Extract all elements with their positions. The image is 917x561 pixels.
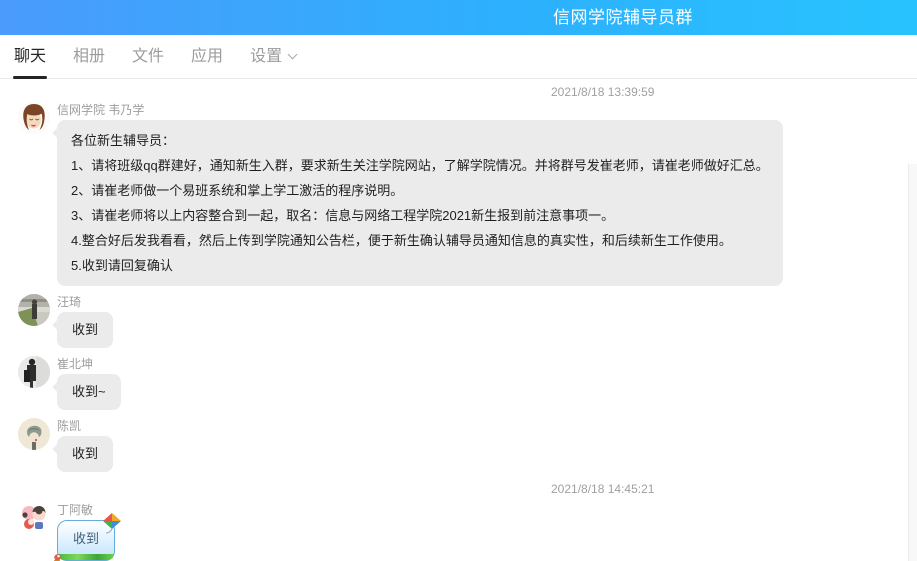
chat-message-list: 2021/8/18 13:39:59 信网学院 韦乃学 各位新生辅导员： 1、请… bbox=[0, 85, 917, 561]
tab-album[interactable]: 相册 bbox=[73, 35, 105, 79]
avatar[interactable] bbox=[18, 102, 50, 134]
kite-icon bbox=[101, 512, 123, 534]
message-line: 3、请崔老师将以上内容整合到一起，取名：信息与网络工程学院2021新生报到前注意… bbox=[71, 203, 769, 228]
group-title: 信网学院辅导员群 bbox=[553, 0, 693, 35]
sender-name: 陈凯 bbox=[57, 418, 113, 434]
tab-bar: 聊天 相册 文件 应用 设置 bbox=[0, 35, 917, 79]
message-timestamp: 2021/8/18 14:45:21 bbox=[551, 482, 654, 496]
cartoon-woman-avatar-image bbox=[18, 102, 50, 134]
message-line: 5.收到请回复确认 bbox=[71, 253, 769, 278]
sender-name: 信网学院 韦乃学 bbox=[57, 102, 783, 118]
scrollbar[interactable] bbox=[908, 164, 917, 561]
message-timestamp: 2021/8/18 13:39:59 bbox=[551, 85, 654, 99]
chat-message: 汪琦 收到 bbox=[0, 294, 917, 348]
sender-name: 汪琦 bbox=[57, 294, 113, 310]
avatar[interactable] bbox=[18, 294, 50, 326]
message-line: 4.整合好后发我看看，然后上传到学院通知公告栏，便于新生确认辅导员通知信息的真实… bbox=[71, 228, 769, 253]
message-bubble: 各位新生辅导员： 1、请将班级qq群建好，通知新生入群，要求新生关注学院网站，了… bbox=[57, 120, 783, 286]
cartoon-family-avatar-image bbox=[18, 502, 50, 534]
message-line: 1、请将班级qq群建好，通知新生入群，要求新生关注学院网站，了解学院情况。并将群… bbox=[71, 153, 769, 178]
avatar[interactable] bbox=[18, 356, 50, 388]
message-bubble: 收到 bbox=[57, 436, 113, 472]
message-line: 2、请崔老师做一个易班系统和掌上学工激活的程序说明。 bbox=[71, 178, 769, 203]
anime-portrait-avatar-image bbox=[18, 418, 50, 450]
avatar[interactable] bbox=[18, 502, 50, 534]
message-bubble: 收到 bbox=[57, 312, 113, 348]
grass-decoration bbox=[58, 554, 114, 560]
tab-settings[interactable]: 设置 bbox=[250, 35, 296, 79]
group-header: 信网学院辅导员群 bbox=[0, 0, 917, 35]
chat-message: 陈凯 收到 bbox=[0, 418, 917, 472]
sender-name: 崔北坤 bbox=[57, 356, 121, 372]
outdoor-photo-avatar-image bbox=[18, 294, 50, 326]
chevron-down-icon bbox=[288, 50, 298, 60]
avatar[interactable] bbox=[18, 418, 50, 450]
tiny-runner-icon bbox=[53, 553, 63, 561]
bw-photo-avatar-image bbox=[18, 356, 50, 388]
decorated-message-bubble: 收到 bbox=[57, 520, 115, 561]
chat-message: 信网学院 韦乃学 各位新生辅导员： 1、请将班级qq群建好，通知新生入群，要求新… bbox=[0, 102, 917, 286]
message-text: 收到 bbox=[73, 531, 99, 546]
chat-message: 崔北坤 收到~ bbox=[0, 356, 917, 410]
tab-apps[interactable]: 应用 bbox=[191, 35, 223, 79]
tab-files[interactable]: 文件 bbox=[132, 35, 164, 79]
message-bubble: 收到~ bbox=[57, 374, 121, 410]
message-line: 各位新生辅导员： bbox=[71, 128, 769, 153]
tab-chat[interactable]: 聊天 bbox=[14, 35, 46, 79]
chat-message: 丁阿敏 收到 bbox=[0, 502, 917, 561]
